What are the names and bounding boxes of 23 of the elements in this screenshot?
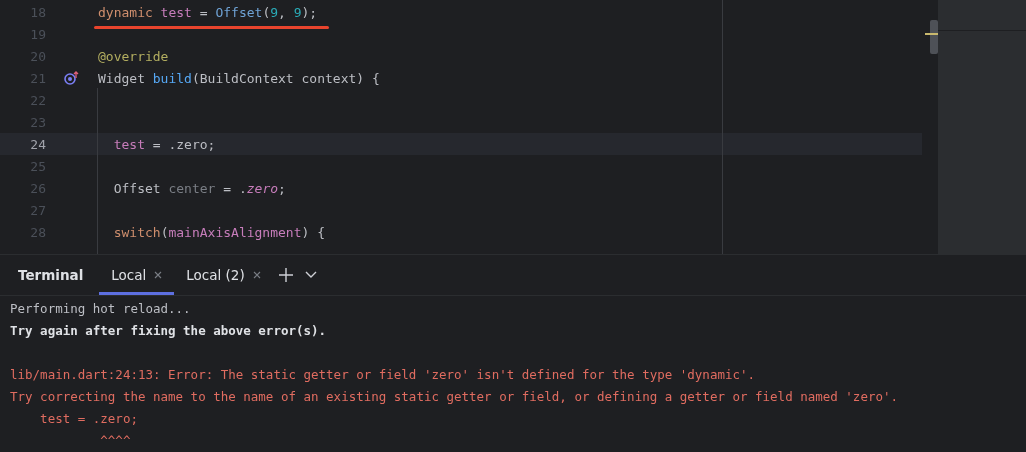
code-line: test = .zero;: [112, 136, 216, 152]
add-icon[interactable]: [278, 268, 293, 282]
code-line: dynamic test = Offset(9, 9);: [98, 4, 318, 20]
terminal-title: Terminal: [18, 266, 84, 285]
line-number: 24: [29, 136, 46, 152]
terminal-output-line: Try correcting the name to the name of an existing static getter or field, or defining a getter or field named 'zero'.: [10, 388, 900, 406]
terminal-output-line: test = .zero;: [39, 410, 139, 428]
terminal-output-line: ^^^^: [99, 432, 132, 450]
code-line: switch(mainAxisAlignment) {: [112, 224, 325, 240]
warning-marker[interactable]: [925, 33, 938, 35]
close-icon[interactable]: [252, 271, 261, 279]
close-icon[interactable]: [154, 271, 163, 279]
code-line: Widget build(BuildContext context) {: [98, 70, 380, 86]
scrollbar-thumb[interactable]: [930, 20, 938, 54]
code-line: Offset center = .zero;: [112, 180, 286, 196]
terminal-output-line: Performing hot reload...: [10, 300, 192, 318]
override-marker-icon[interactable]: [64, 71, 80, 85]
terminal-output-line: lib/main.dart:24:13: Error: The static getter or field 'zero' isn't defined for the type 'dynamic'.: [10, 366, 757, 384]
terminal-output-line: Try again after fixing the above error(s).: [10, 322, 328, 340]
terminal-tab[interactable]: Local: [99, 255, 175, 295]
terminal-tab[interactable]: Local (2): [174, 255, 273, 295]
chevron-down-icon[interactable]: [304, 271, 317, 279]
code-line: @override: [98, 48, 169, 64]
